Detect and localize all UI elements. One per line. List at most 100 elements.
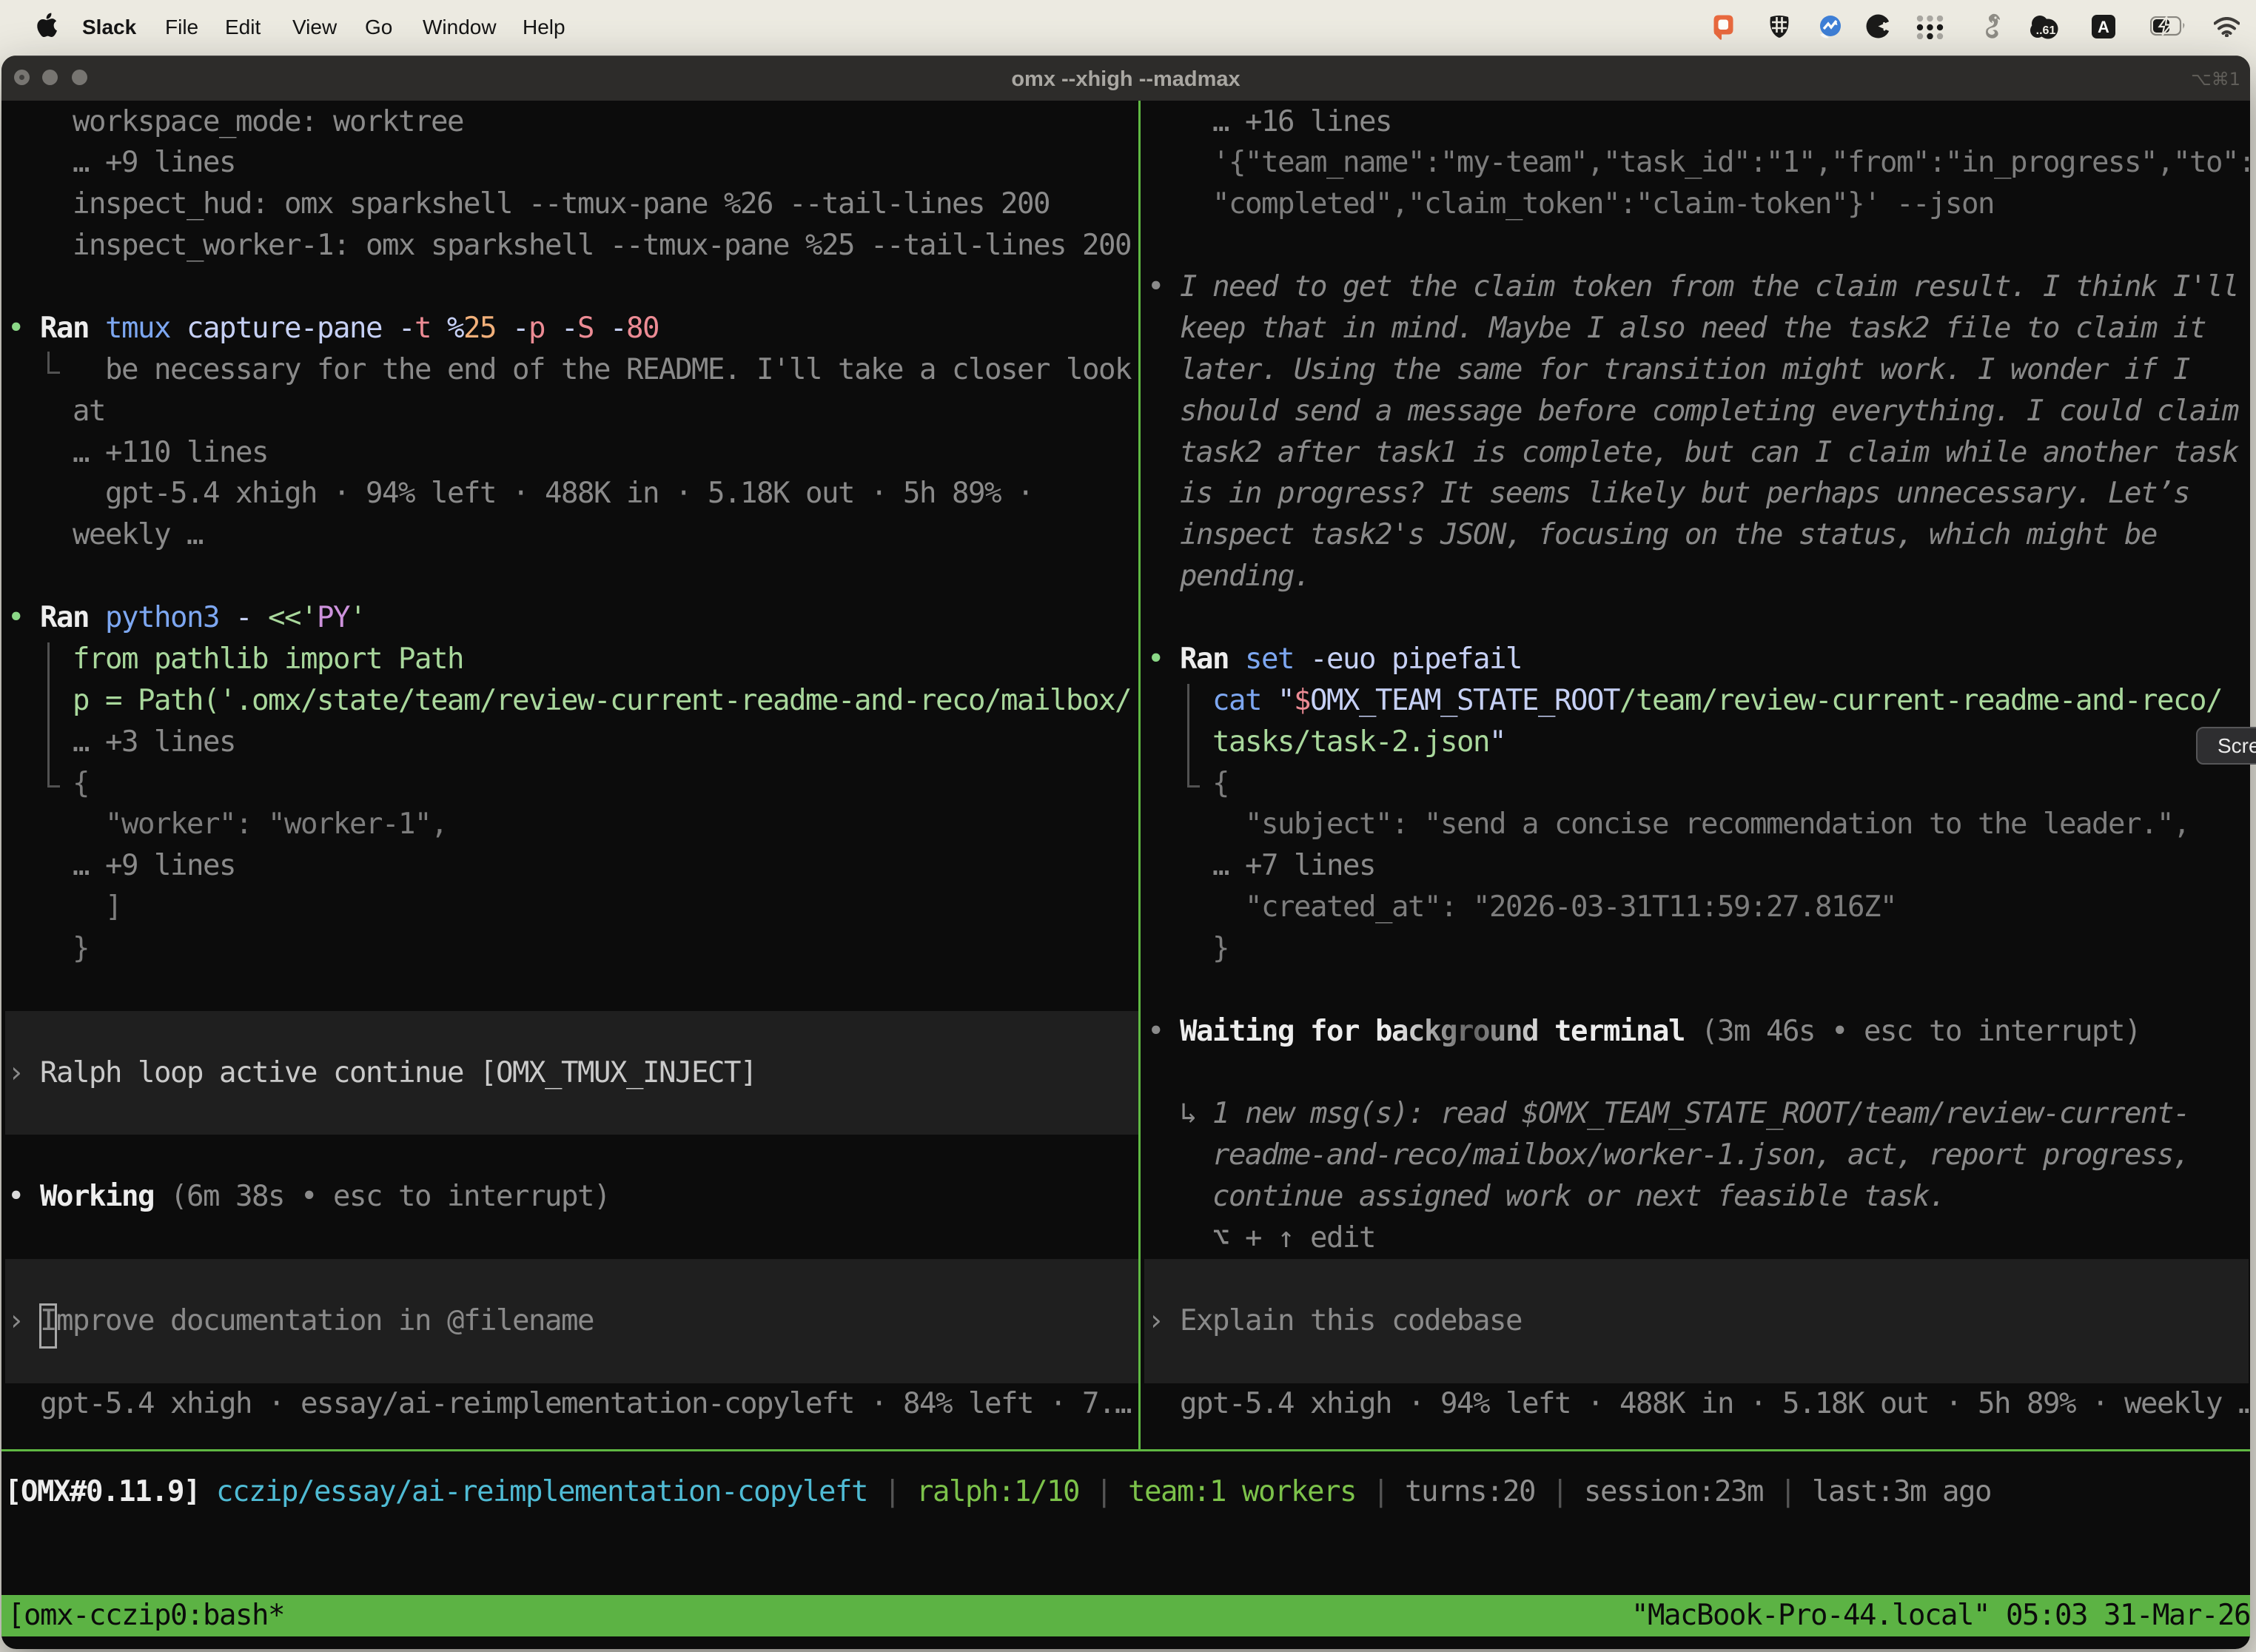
terminal-text-segment: -euo pipefail — [1310, 639, 1522, 680]
tmux-session-name: [omx-cczip0:bash* — [7, 1595, 284, 1636]
terminal-text-segment: should send a message before completing … — [1180, 391, 2238, 432]
tree-corner — [1187, 785, 1200, 788]
svg-text:A: A — [2098, 18, 2109, 36]
terminal-text-segment: python3 — [105, 597, 219, 639]
terminal-text-segment: • — [7, 308, 24, 349]
tmux-pane-divider — [1138, 101, 1141, 1449]
terminal-text-segment: (3m 46s • esc to interrupt) — [1701, 1011, 2141, 1052]
terminal-text-segment: inspect_hud: omx sparkshell --tmux-pane … — [73, 184, 1050, 225]
menu-item-edit[interactable]: Edit — [225, 0, 261, 53]
terminal-text-segment: • — [1147, 1011, 1164, 1052]
omx-status-line: [OMX#0.11.9] cczip/essay/ai-reimplementa… — [4, 1471, 1991, 1513]
dot-grid-icon[interactable] — [1916, 16, 1944, 43]
tmux-pane-border-horizontal — [1, 1449, 2250, 1451]
menu-bar: Slack File Edit View Go Window Help ..61… — [0, 0, 2256, 53]
terminal-text-segment: gpt-5.4 xhigh · 94% left · 488K in · 5.1… — [1180, 1383, 2250, 1425]
terminal-cursor — [39, 1303, 57, 1349]
terminal-text-segment: /team/review-current-readme-and-reco/ — [1619, 680, 2222, 722]
terminal-text-segment: "completed","claim_token":"claim-token"}… — [1212, 184, 1994, 225]
terminal-text-segment: " — [1489, 722, 1505, 763]
terminal-text-segment: (6m 38s • esc to interrupt) — [170, 1176, 610, 1218]
wifi-icon[interactable] — [2214, 17, 2240, 41]
omx-status-segment: | — [1535, 1475, 1584, 1508]
menu-item-file[interactable]: File — [165, 0, 198, 53]
omx-status-segment: | — [1356, 1475, 1405, 1508]
terminal-text-segment: • — [7, 597, 24, 639]
blue-activity-icon[interactable] — [1819, 15, 1842, 43]
terminal-text-segment: pending. — [1180, 556, 1310, 597]
terminal-text-segment: continue assigned work or next feasible … — [1212, 1176, 1945, 1218]
omx-status-segment: | — [867, 1475, 916, 1508]
terminal-text-segment: 80 — [626, 308, 659, 349]
tree-line — [47, 642, 50, 788]
omx-status-segment: ralph:1/10 — [916, 1475, 1079, 1508]
terminal-text-segment: workspace_mode: worktree — [73, 101, 463, 143]
terminal-text-segment: is in progress? It seems likely but perh… — [1180, 473, 2189, 514]
terminal-text-segment: Ran — [1180, 639, 1229, 680]
terminal-text-segment: "worker": "worker-1", — [105, 804, 447, 845]
terminal-text-segment: gpt-5.4 xhigh · 94% left · 488K in · 5.1… — [105, 473, 1033, 514]
tree-corner — [47, 372, 60, 374]
menu-item-help[interactable]: Help — [523, 0, 565, 53]
terminal-text-segment: gpt-5.4 xhigh · essay/ai-reimplementatio… — [40, 1383, 1131, 1425]
terminal-text-segment: keep that in mind. Maybe I also need the… — [1180, 308, 2206, 349]
terminal-text-segment: • — [7, 1176, 24, 1218]
menu-item-view[interactable]: View — [292, 0, 337, 53]
terminal-text-segment: t — [414, 308, 431, 349]
tree-line — [1187, 684, 1189, 788]
terminal-content[interactable]: workspace_mode: worktree … +9 lines inspec… — [1, 56, 2250, 1649]
omx-status-segment: [OMX#0.11.9] — [4, 1475, 200, 1508]
terminal-text-segment: Improve documentation in @filename — [40, 1300, 594, 1342]
svg-text:..61: ..61 — [2036, 24, 2056, 37]
terminal-text-segment: at — [73, 391, 105, 432]
omx-status-segment: turns:20 — [1405, 1475, 1535, 1508]
input-source-icon[interactable]: A — [2092, 15, 2115, 42]
terminal-text-segment: S — [577, 308, 594, 349]
terminal-text-segment: • — [1147, 639, 1164, 680]
terminal-text-segment: weekly … — [73, 514, 203, 556]
terminal-text-segment: } — [1212, 928, 1229, 970]
terminal-text-segment: - — [398, 308, 414, 349]
terminal-text-segment: inspect task2's JSON, focusing on the st… — [1180, 514, 2157, 556]
terminal-text-segment: ↳ — [1180, 1093, 1196, 1135]
terminal-text-segment: { — [73, 763, 89, 805]
terminal-text-segment: … +9 lines — [73, 845, 235, 887]
tmux-host-clock: "MacBook-Pro-44.local" 05:03 31-Mar-26 — [1631, 1595, 2250, 1636]
terminal-text-segment: Explain this codebase — [1180, 1300, 1522, 1342]
terminal-text-segment: "created_at": "2026-03-31T11:59:27.816Z" — [1245, 887, 1896, 928]
terminal-text-segment: › — [7, 1052, 24, 1094]
terminal-text-segment: 1 new msg(s): read $OMX_TEAM_STATE_ROOT/… — [1212, 1093, 2189, 1135]
terminal-text-segment: "subject": "send a concise recommendatio… — [1245, 804, 2189, 845]
terminal-window: omx --xhigh --madmax ⌥⌘1 workspace_mode:… — [1, 56, 2250, 1649]
battery-icon[interactable] — [2150, 16, 2187, 40]
terminal-text-segment: Working — [40, 1176, 154, 1218]
screen-sharing-button[interactable]: Screen — [2196, 727, 2256, 765]
omx-status-segment: team:1 workers — [1128, 1475, 1356, 1508]
seahorse-icon[interactable] — [1978, 13, 2002, 44]
terminal-text-segment: … +3 lines — [73, 722, 235, 763]
terminal-text-segment: from pathlib import Path — [73, 639, 463, 680]
terminal-text-segment: - — [512, 308, 528, 349]
apple-menu-icon[interactable] — [36, 13, 58, 44]
terminal-text-segment: later. Using the same for transition mig… — [1180, 349, 2189, 391]
terminal-text-segment: % — [447, 308, 463, 349]
shield-grid-icon[interactable] — [1768, 14, 1790, 43]
terminal-text-segment: Ran — [40, 308, 89, 349]
tree-corner — [47, 352, 50, 374]
terminal-text-segment: › — [7, 1300, 24, 1342]
terminal-text-segment: p — [528, 308, 545, 349]
screen-recording-icon[interactable] — [1713, 14, 1735, 46]
menu-app-name[interactable]: Slack — [82, 0, 136, 53]
black-circle-icon[interactable] — [1866, 14, 1890, 42]
terminal-text-segment: OMX_TEAM_STATE_ROOT — [1310, 680, 1619, 722]
cloud-badge-icon[interactable]: ..61 — [2030, 15, 2059, 43]
terminal-text-segment: } — [73, 928, 89, 970]
terminal-text-segment: $ — [1294, 680, 1310, 722]
terminal-text-segment: › — [1147, 1300, 1164, 1342]
menu-item-go[interactable]: Go — [365, 0, 392, 53]
terminal-text-segment: task2 after task1 is complete, but can I… — [1180, 432, 2238, 474]
terminal-text-segment: ] — [105, 887, 121, 928]
terminal-text-segment: … +16 lines — [1212, 101, 1391, 143]
menu-item-window[interactable]: Window — [423, 0, 497, 53]
terminal-text-segment: inspect_worker-1: omx sparkshell --tmux-… — [73, 225, 1131, 266]
